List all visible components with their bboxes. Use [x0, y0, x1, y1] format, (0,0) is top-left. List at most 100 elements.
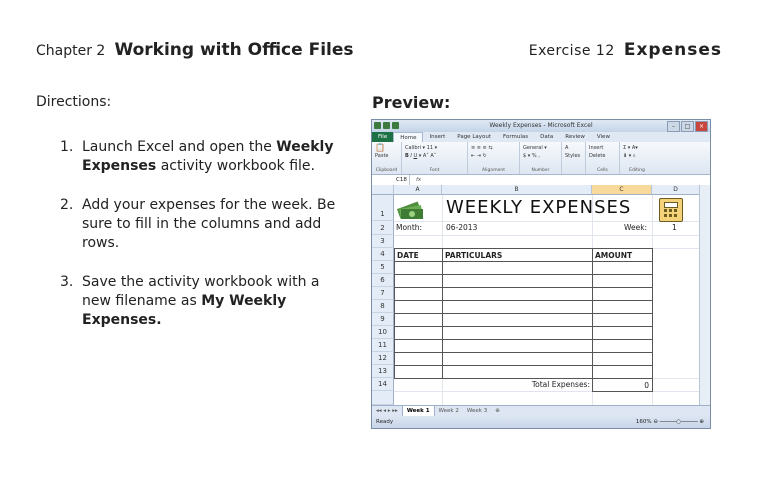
- window-controls: – □ ×: [667, 121, 708, 132]
- step-text: Save the activity workbook with a new fi…: [82, 274, 320, 328]
- row-header[interactable]: 3: [372, 235, 394, 248]
- sheet-tabs: ◂◂ ◂ ▸ ▸▸ Week 1 Week 2 Week 3 ⊕: [372, 405, 710, 416]
- fill-icon[interactable]: ⬇ ▾ ⌕: [623, 152, 651, 160]
- font-group: Calibri ▾ 11 ▾ B I U ▾ A˄ A˅ Font: [402, 142, 468, 174]
- group-label: Font: [429, 168, 440, 173]
- save-icon[interactable]: [383, 122, 390, 129]
- week-value[interactable]: 1: [672, 223, 677, 232]
- exercise-heading: Exercise 12 Expenses: [529, 40, 722, 60]
- column-header-a[interactable]: A: [394, 185, 442, 195]
- row-header[interactable]: 8: [372, 300, 394, 313]
- date-column[interactable]: [394, 261, 443, 379]
- indent-icons[interactable]: ⇤ ⇥ ↻: [471, 152, 516, 160]
- sheet-tab-week-2[interactable]: Week 2: [435, 406, 463, 416]
- paste-icon[interactable]: 📋: [375, 144, 398, 152]
- step-number: 1.: [60, 139, 74, 155]
- header-date: DATE: [394, 248, 443, 262]
- close-icon[interactable]: ×: [695, 121, 708, 132]
- amount-column[interactable]: [592, 261, 653, 379]
- undo-icon[interactable]: [392, 122, 399, 129]
- row-header[interactable]: 10: [372, 326, 394, 339]
- group-label: Alignment: [481, 168, 506, 173]
- excel-preview: Weekly Expenses - Microsoft Excel – □ × …: [371, 119, 711, 429]
- ribbon-tabs: File Home Insert Page Layout Formulas Da…: [372, 132, 710, 142]
- exercise-number: Exercise 12: [528, 43, 615, 59]
- calculator-icon: [659, 198, 683, 222]
- window-title: Weekly Expenses - Microsoft Excel: [489, 122, 593, 129]
- tab-insert[interactable]: Insert: [423, 132, 451, 142]
- group-label: Clipboard: [375, 168, 398, 173]
- row-header[interactable]: [372, 391, 394, 405]
- total-label: Total Expenses:: [531, 380, 590, 389]
- name-box[interactable]: C18: [372, 175, 410, 185]
- particulars-column[interactable]: [442, 261, 593, 379]
- row-header[interactable]: 14: [372, 378, 394, 391]
- tab-formulas[interactable]: Formulas: [497, 132, 534, 142]
- column-header-b[interactable]: B: [442, 185, 592, 195]
- excel-title-bar: Weekly Expenses - Microsoft Excel – □ ×: [372, 120, 710, 132]
- number-format[interactable]: General ▾: [523, 144, 558, 152]
- column-header-d[interactable]: D: [652, 185, 700, 195]
- vertical-scrollbar[interactable]: [699, 185, 710, 405]
- fx-icon[interactable]: fx: [410, 175, 421, 185]
- cells-group: Insert Delete Cells: [586, 142, 620, 174]
- tab-home[interactable]: Home: [393, 132, 424, 142]
- tab-review[interactable]: Review: [559, 132, 591, 142]
- maximize-icon[interactable]: □: [681, 121, 694, 132]
- step-number: 2.: [60, 197, 74, 213]
- status-bar: Ready 160% ⊖ ─────○───── ⊕: [372, 416, 710, 428]
- paste-button[interactable]: Paste: [375, 152, 398, 160]
- group-label: Editing: [629, 168, 645, 173]
- tab-page-layout[interactable]: Page Layout: [451, 132, 497, 142]
- editing-group: Σ ▾ A▾ ⬇ ▾ ⌕ Editing: [620, 142, 654, 174]
- group-label: Number: [531, 168, 550, 173]
- zoom-level[interactable]: 160% ⊖ ─────○───── ⊕: [636, 416, 704, 428]
- sheet-tab-week-3[interactable]: Week 3: [463, 406, 491, 416]
- font-name[interactable]: Calibri: [405, 145, 421, 151]
- step-3: 3. Save the activity workbook with a new…: [60, 273, 350, 330]
- tab-view[interactable]: View: [591, 132, 616, 142]
- font-selector[interactable]: Calibri ▾ 11 ▾: [405, 144, 464, 152]
- row-header[interactable]: 13: [372, 365, 394, 378]
- row-header[interactable]: 2: [372, 221, 394, 235]
- align-icons[interactable]: ≡ ≡ ≡ ⇆: [471, 144, 516, 152]
- excel-icon: [374, 122, 381, 129]
- clipboard-group: 📋 Paste Clipboard: [372, 142, 402, 174]
- delete-cells-button[interactable]: Delete: [589, 152, 616, 160]
- exercise-title: Expenses: [623, 40, 722, 60]
- tab-data[interactable]: Data: [534, 132, 559, 142]
- step-text: Add your expenses for the week. Be sure …: [82, 197, 336, 251]
- preview-label: Preview:: [372, 93, 451, 112]
- number-group: General ▾ $ ▾ % , Number: [520, 142, 562, 174]
- select-all-corner[interactable]: [372, 185, 394, 195]
- number-icons[interactable]: $ ▾ % ,: [523, 152, 558, 160]
- row-header[interactable]: 7: [372, 287, 394, 300]
- chapter-title: Working with Office Files: [114, 40, 354, 60]
- row-header[interactable]: 1: [372, 195, 394, 221]
- font-size[interactable]: 11: [427, 145, 433, 151]
- row-header[interactable]: 4: [372, 248, 394, 261]
- sheet-nav-icons[interactable]: ◂◂ ◂ ▸ ▸▸: [372, 406, 402, 416]
- directions-list: 1. Launch Excel and open the Weekly Expe…: [60, 138, 350, 350]
- row-header[interactable]: 12: [372, 352, 394, 365]
- group-label: Cells: [597, 168, 608, 173]
- styles-icon[interactable]: A: [565, 144, 582, 152]
- minimize-icon[interactable]: –: [667, 121, 680, 132]
- total-value[interactable]: 0: [592, 378, 653, 392]
- header-particulars: PARTICULARS: [442, 248, 593, 262]
- sheet-tab-week-1[interactable]: Week 1: [401, 406, 435, 416]
- insert-cells-button[interactable]: Insert: [589, 144, 616, 152]
- styles-button[interactable]: Styles: [565, 152, 582, 160]
- sum-icon[interactable]: Σ ▾ A▾: [623, 144, 651, 152]
- row-header[interactable]: 9: [372, 313, 394, 326]
- font-format-icons[interactable]: B I U ▾ A˄ A˅: [405, 152, 464, 160]
- month-value[interactable]: 06-2013: [446, 223, 477, 232]
- row-header[interactable]: 5: [372, 261, 394, 274]
- worksheet-grid: A B C D 1 2 3 4 5 6 7 8 9 10 11 12 13 14: [372, 185, 701, 405]
- row-header[interactable]: 6: [372, 274, 394, 287]
- step-number: 3.: [60, 274, 74, 290]
- tab-file[interactable]: File: [372, 132, 394, 142]
- column-header-c[interactable]: C: [592, 185, 652, 195]
- row-header[interactable]: 11: [372, 339, 394, 352]
- new-sheet-icon[interactable]: ⊕: [491, 406, 504, 416]
